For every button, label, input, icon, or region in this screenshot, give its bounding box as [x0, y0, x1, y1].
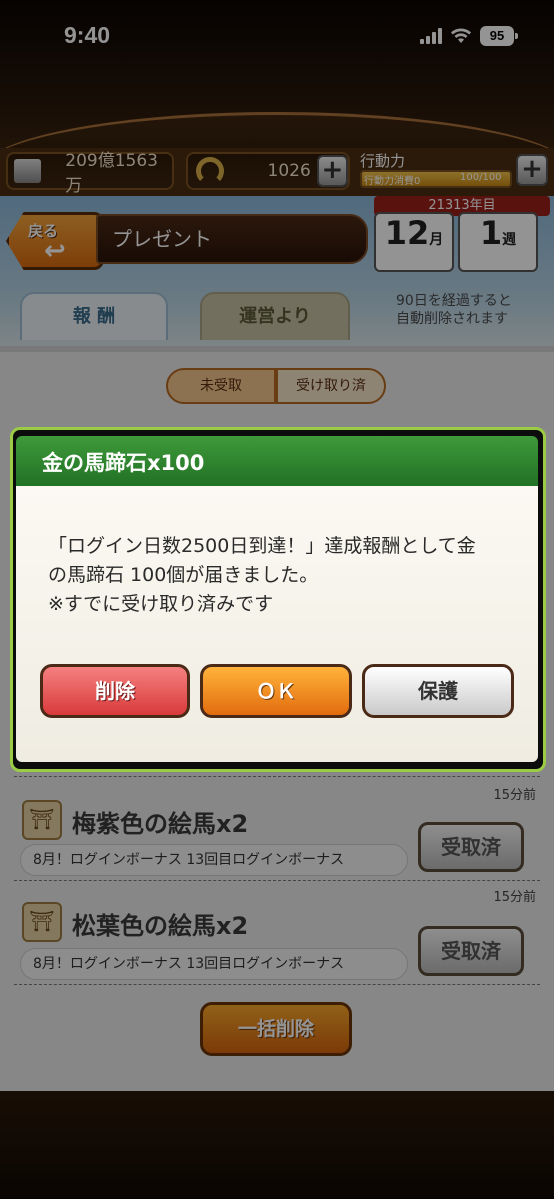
dialog-message: 「ログイン日数2500日到達！」達成報酬として金 の馬蹄石 100個が届きました…	[48, 532, 518, 619]
dialog-message-line1: 「ログイン日数2500日到達！」達成報酬として金	[48, 535, 476, 557]
ok-button[interactable]: ＯＫ	[200, 664, 352, 718]
dialog-body	[16, 486, 538, 762]
dialog-title: 金の馬蹄石x100	[16, 436, 538, 490]
delete-button[interactable]: 削除	[40, 664, 190, 718]
dialog-message-line2: の馬蹄石 100個が届きました。	[48, 564, 319, 586]
dialog-message-line3: ※すでに受け取り済みです	[48, 593, 274, 615]
protect-button[interactable]: 保護	[362, 664, 514, 718]
